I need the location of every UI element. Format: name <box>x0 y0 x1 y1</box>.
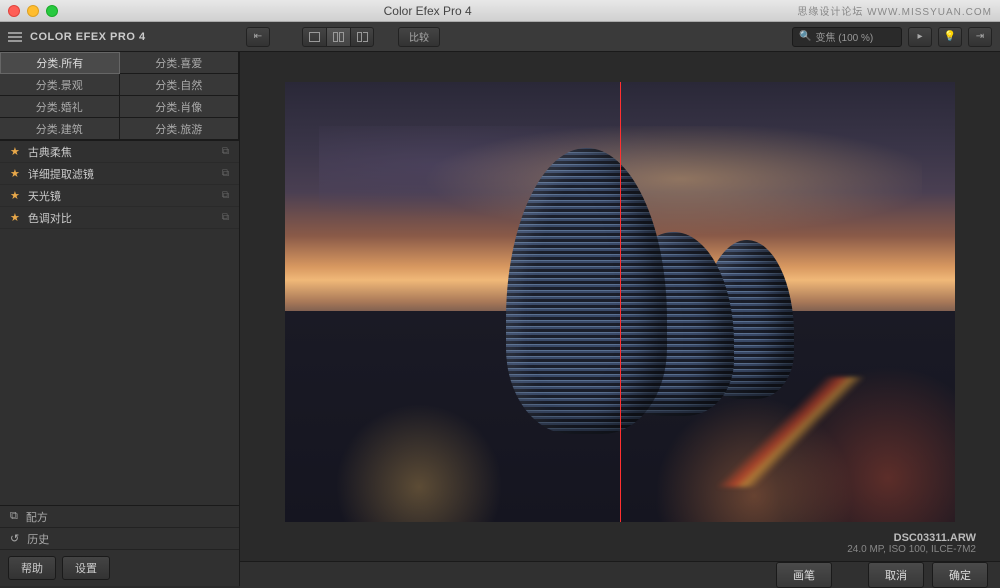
category-cell[interactable]: 分类.所有 <box>0 52 120 74</box>
recipe-row[interactable]: ⧉ 配方 <box>0 506 239 528</box>
window-title: Color Efex Pro 4 <box>58 4 797 18</box>
view-split-button[interactable] <box>326 27 350 47</box>
ok-button[interactable]: 确定 <box>932 562 988 588</box>
preview-image[interactable] <box>285 82 955 522</box>
clone-icon[interactable]: ⧉ <box>222 212 229 223</box>
minimize-icon[interactable] <box>27 5 39 17</box>
history-row[interactable]: ↺ 历史 <box>0 528 239 550</box>
file-name: DSC03311.ARW <box>264 532 976 544</box>
toolbar: COLOR EFEX PRO 4 ⇤ 比较 🔍 变焦 (100 %) ▸ 💡 ⇥ <box>0 22 1000 52</box>
category-cell[interactable]: 分类.婚礼 <box>0 96 120 118</box>
zoom-icon[interactable] <box>46 5 58 17</box>
star-icon[interactable]: ★ <box>10 211 20 224</box>
brush-button[interactable]: 画笔 <box>776 562 832 588</box>
app-brand: COLOR EFEX PRO 4 <box>30 31 146 43</box>
category-cell[interactable]: 分类.景观 <box>0 74 120 96</box>
clone-icon[interactable]: ⧉ <box>222 190 229 201</box>
window-controls <box>8 5 58 17</box>
category-cell[interactable]: 分类.肖像 <box>120 96 240 118</box>
panel-toggle-left-button[interactable]: ⇤ <box>246 27 270 47</box>
watermark: 思缘设计论坛 WWW.MISSYUAN.COM <box>797 3 992 18</box>
recipe-icon: ⧉ <box>10 510 18 523</box>
star-icon[interactable]: ★ <box>10 167 20 180</box>
star-icon[interactable]: ★ <box>10 145 20 158</box>
category-cell[interactable]: 分类.建筑 <box>0 118 120 140</box>
star-icon[interactable]: ★ <box>10 189 20 202</box>
clone-icon[interactable]: ⧉ <box>222 146 229 157</box>
category-cell[interactable]: 分类.自然 <box>120 74 240 96</box>
canvas-area: ⤵ DSC03311.ARW 24.0 MP, ISO 100, ILCE-7M… <box>240 52 1000 586</box>
sidebar: 分类.所有分类.喜爱分类.景观分类.自然分类.婚礼分类.肖像分类.建筑分类.旅游… <box>0 52 240 586</box>
footer-bar: 画笔 取消 确定 <box>240 561 1000 588</box>
file-info: DSC03311.ARW 24.0 MP, ISO 100, ILCE-7M2 <box>240 532 1000 561</box>
view-mode-group <box>302 27 374 47</box>
history-icon: ↺ <box>10 532 19 545</box>
filter-label: 天光镜 <box>28 188 61 204</box>
filter-item[interactable]: ★ 详细提取滤镜 ⧉ <box>0 163 239 185</box>
zoom-label: 变焦 (100 %) <box>815 29 873 44</box>
menu-icon[interactable] <box>8 32 22 42</box>
cancel-button[interactable]: 取消 <box>868 562 924 588</box>
help-button[interactable]: 帮助 <box>8 556 56 580</box>
filter-label: 古典柔焦 <box>28 144 72 160</box>
filter-list: ★ 古典柔焦 ⧉ ★ 详细提取滤镜 ⧉ ★ 天光镜 ⧉ ★ 色调对比 ⧉ <box>0 141 239 505</box>
titlebar: Color Efex Pro 4 思缘设计论坛 WWW.MISSYUAN.COM <box>0 0 1000 22</box>
view-single-button[interactable] <box>302 27 326 47</box>
category-cell[interactable]: 分类.喜爱 <box>120 52 240 74</box>
zoom-search[interactable]: 🔍 变焦 (100 %) <box>792 27 902 47</box>
filter-label: 详细提取滤镜 <box>28 166 94 182</box>
recipe-label: 配方 <box>26 509 48 525</box>
lightbulb-button[interactable]: 💡 <box>938 27 962 47</box>
filter-item[interactable]: ★ 色调对比 ⧉ <box>0 207 239 229</box>
filter-item[interactable]: ★ 古典柔焦 ⧉ <box>0 141 239 163</box>
split-divider[interactable] <box>620 82 621 522</box>
compare-button[interactable]: 比较 <box>398 27 440 47</box>
view-side-button[interactable] <box>350 27 374 47</box>
category-grid: 分类.所有分类.喜爱分类.景观分类.自然分类.婚礼分类.肖像分类.建筑分类.旅游 <box>0 52 239 141</box>
category-cell[interactable]: 分类.旅游 <box>120 118 240 140</box>
settings-button[interactable]: 设置 <box>62 556 110 580</box>
close-icon[interactable] <box>8 5 20 17</box>
clone-icon[interactable]: ⧉ <box>222 168 229 179</box>
filter-item[interactable]: ★ 天光镜 ⧉ <box>0 185 239 207</box>
file-meta: 24.0 MP, ISO 100, ILCE-7M2 <box>264 544 976 555</box>
history-label: 历史 <box>27 531 49 547</box>
panel-toggle-right-button[interactable]: ⇥ <box>968 27 992 47</box>
zoom-next-button[interactable]: ▸ <box>908 27 932 47</box>
search-icon: 🔍 <box>799 31 811 42</box>
filter-label: 色调对比 <box>28 210 72 226</box>
